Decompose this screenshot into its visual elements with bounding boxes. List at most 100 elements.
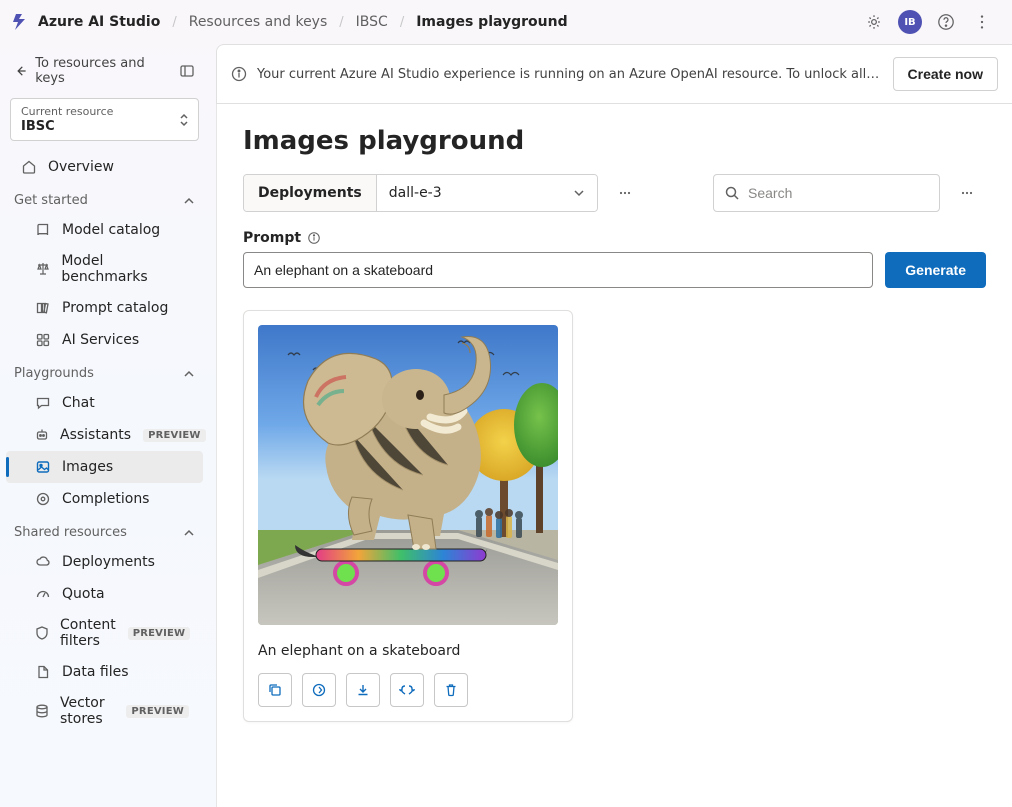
deployment-label: Deployments [244, 175, 377, 211]
database-icon [34, 702, 50, 720]
sidebar-item-label: Deployments [62, 554, 155, 570]
page-title: Images playground [243, 126, 986, 156]
generated-image [258, 325, 558, 625]
azure-logo-icon [12, 13, 28, 31]
download-button[interactable] [346, 673, 380, 707]
preview-badge: PREVIEW [143, 429, 206, 442]
sidebar-item-data-files[interactable]: Data files [6, 656, 203, 688]
resource-value: IBSC [21, 119, 188, 134]
regenerate-button[interactable] [302, 673, 336, 707]
breadcrumb-sep-icon: / [339, 15, 343, 30]
result-actions [258, 673, 558, 707]
sidebar-section-title: Playgrounds [14, 366, 94, 381]
toolbar-more-button[interactable] [948, 174, 986, 212]
breadcrumb-current: Images playground [416, 14, 567, 30]
sidebar-item-chat[interactable]: Chat [6, 387, 203, 419]
sidebar-item-label: Data files [62, 664, 129, 680]
search-input[interactable] [713, 174, 940, 212]
chevron-up-icon [183, 527, 195, 539]
back-label: To resources and keys [35, 56, 171, 86]
file-icon [34, 663, 52, 681]
panel-toggle-icon[interactable] [179, 63, 195, 79]
chevron-down-icon [573, 187, 585, 199]
deployment-value: dall-e-3 [389, 185, 442, 201]
info-banner: Your current Azure AI Studio experience … [216, 44, 1012, 104]
sidebar-item-completions[interactable]: Completions [6, 483, 203, 515]
info-icon [231, 66, 247, 82]
banner-message: Your current Azure AI Studio experience … [257, 67, 883, 82]
deployment-more-button[interactable] [606, 174, 644, 212]
robot-icon [34, 426, 50, 444]
avatar[interactable]: IB [898, 10, 922, 34]
sidebar-item-label: Vector stores [60, 695, 114, 727]
sidebar-section-get-started[interactable]: Get started [0, 185, 209, 214]
sidebar-item-label: Chat [62, 395, 95, 411]
back-to-resources[interactable]: To resources and keys [0, 48, 209, 94]
grid-icon [34, 331, 52, 349]
topbar: Azure AI Studio / Resources and keys / I… [0, 0, 1012, 44]
resource-picker[interactable]: Current resource IBSC [10, 98, 199, 141]
preview-badge: PREVIEW [126, 705, 189, 718]
deployment-dropdown[interactable]: dall-e-3 [377, 175, 597, 211]
sidebar-section-playgrounds[interactable]: Playgrounds [0, 358, 209, 387]
sidebar-item-content-filters[interactable]: Content filters PREVIEW [6, 610, 203, 656]
home-icon [20, 158, 38, 176]
sidebar-section-shared-resources[interactable]: Shared resources [0, 517, 209, 546]
search-field[interactable] [748, 185, 929, 201]
cloud-icon [34, 553, 52, 571]
sidebar-item-label: Assistants [60, 427, 131, 443]
sidebar-item-label: AI Services [62, 332, 139, 348]
delete-button[interactable] [434, 673, 468, 707]
book-icon [34, 221, 52, 239]
sidebar-item-assistants[interactable]: Assistants PREVIEW [6, 419, 203, 451]
sidebar-item-label: Model benchmarks [61, 253, 189, 285]
sidebar-section-title: Shared resources [14, 525, 127, 540]
result-caption: An elephant on a skateboard [258, 643, 558, 659]
sidebar-item-label: Images [62, 459, 113, 475]
sidebar-item-deployments[interactable]: Deployments [6, 546, 203, 578]
chat-icon [34, 394, 52, 412]
breadcrumb-brand[interactable]: Azure AI Studio [38, 14, 160, 30]
sidebar-item-model-benchmarks[interactable]: Model benchmarks [6, 246, 203, 292]
sidebar-item-label: Prompt catalog [62, 300, 168, 316]
breadcrumb: Azure AI Studio / Resources and keys / I… [38, 14, 568, 30]
preview-badge: PREVIEW [128, 627, 191, 640]
deployment-selector[interactable]: Deployments dall-e-3 [243, 174, 598, 212]
library-icon [34, 299, 52, 317]
sidebar-item-vector-stores[interactable]: Vector stores PREVIEW [6, 688, 203, 734]
gauge-icon [34, 585, 52, 603]
sidebar-item-label: Quota [62, 586, 105, 602]
scales-icon [34, 260, 51, 278]
more-vertical-button[interactable] [966, 6, 998, 38]
sidebar-item-model-catalog[interactable]: Model catalog [6, 214, 203, 246]
breadcrumb-item[interactable]: Resources and keys [189, 14, 328, 30]
prompt-input[interactable] [243, 252, 873, 288]
prompt-label: Prompt [243, 230, 301, 246]
resource-label: Current resource [21, 105, 188, 118]
toolbar: Deployments dall-e-3 [243, 174, 986, 212]
chevron-up-icon [183, 368, 195, 380]
breadcrumb-item[interactable]: IBSC [356, 14, 388, 30]
sidebar-item-quota[interactable]: Quota [6, 578, 203, 610]
sidebar-item-label: Completions [62, 491, 149, 507]
code-button[interactable] [390, 673, 424, 707]
completions-icon [34, 490, 52, 508]
chevrons-up-down-icon [178, 112, 190, 128]
search-icon [724, 185, 740, 201]
sidebar-item-overview[interactable]: Overview [6, 151, 203, 183]
copy-button[interactable] [258, 673, 292, 707]
create-now-button[interactable]: Create now [893, 57, 998, 91]
settings-button[interactable] [858, 6, 890, 38]
sidebar-item-prompt-catalog[interactable]: Prompt catalog [6, 292, 203, 324]
arrow-left-icon [14, 64, 27, 78]
breadcrumb-sep-icon: / [400, 15, 404, 30]
info-icon[interactable] [307, 231, 321, 245]
sidebar-item-label: Overview [48, 159, 114, 175]
generate-button[interactable]: Generate [885, 252, 986, 288]
help-button[interactable] [930, 6, 962, 38]
sidebar-section-title: Get started [14, 193, 88, 208]
image-icon [34, 458, 52, 476]
sidebar-item-images[interactable]: Images [6, 451, 203, 483]
sidebar-item-ai-services[interactable]: AI Services [6, 324, 203, 356]
sidebar: To resources and keys Current resource I… [0, 44, 210, 807]
